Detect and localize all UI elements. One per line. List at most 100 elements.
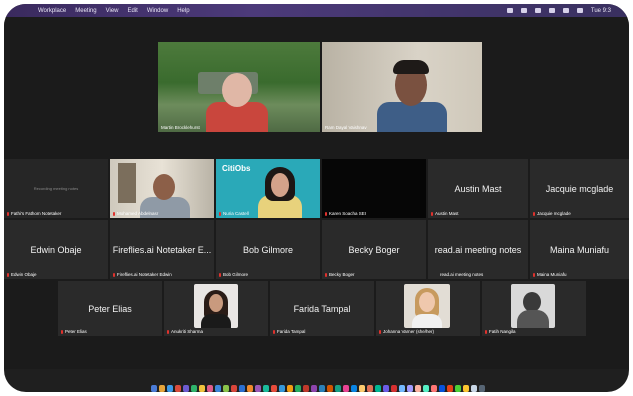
app-icon[interactable] [286, 384, 293, 392]
profile-photo [511, 284, 555, 328]
participant-name: Fatih Nangila [485, 329, 516, 334]
video-tile-peter[interactable]: Peter Elias Peter Elias [58, 281, 162, 336]
video-tile-karen[interactable]: Karen Soacha SEI [322, 159, 426, 218]
app-icon[interactable] [246, 384, 253, 392]
app-icon[interactable] [446, 384, 453, 392]
app-icon[interactable] [462, 384, 469, 392]
app-icon[interactable] [430, 384, 437, 392]
video-tile-maina[interactable]: Maina Muniafu Maina Muniafu [530, 220, 629, 279]
zoom-icon[interactable] [238, 384, 245, 392]
mail-icon[interactable] [214, 384, 221, 392]
app-icon[interactable] [366, 384, 373, 392]
macos-menubar: Workplace Meeting View Edit Window Help … [4, 4, 629, 17]
trash-icon[interactable] [478, 384, 485, 392]
downloads-icon[interactable] [470, 384, 477, 392]
finder-icon[interactable] [150, 384, 157, 392]
app-icon[interactable] [382, 384, 389, 392]
menu-help[interactable]: Help [177, 8, 189, 14]
app-icon[interactable] [310, 384, 317, 392]
app-icon[interactable] [414, 384, 421, 392]
safari-icon[interactable] [166, 384, 173, 392]
app-icon[interactable] [406, 384, 413, 392]
status-area: Tue 9:3 [506, 7, 629, 14]
video-tile-edwin[interactable]: Edwin Obaje Edwin Obaje [4, 220, 108, 279]
video-tile-martin[interactable]: Martin Brocklehurst [158, 42, 320, 132]
app-icon[interactable] [454, 384, 461, 392]
app-icon[interactable] [294, 384, 301, 392]
battery-icon[interactable] [534, 8, 541, 13]
menu-edit[interactable]: Edit [128, 8, 138, 14]
control-center-icon[interactable] [576, 8, 583, 13]
app-icon[interactable] [342, 384, 349, 392]
person-head [271, 173, 289, 197]
app-icon[interactable] [270, 384, 277, 392]
app-icon[interactable] [334, 384, 341, 392]
menu-workplace[interactable]: Workplace [38, 8, 66, 14]
participant-name: Bob Gilmore [219, 272, 248, 277]
participant-display-name: Edwin Obaje [30, 244, 82, 255]
participant-name: Martin Brocklehurst [161, 125, 200, 130]
video-tile-nuria[interactable]: CitiObs Nuria Castell [216, 159, 320, 218]
wifi-icon[interactable] [548, 8, 555, 13]
macos-dock [26, 383, 609, 392]
app-icon[interactable] [302, 384, 309, 392]
app-icon[interactable] [222, 384, 229, 392]
app-status-icon[interactable] [520, 8, 527, 13]
notes-icon[interactable] [198, 384, 205, 392]
app-icon[interactable] [438, 384, 445, 392]
music-icon[interactable] [206, 384, 213, 392]
launchpad-icon[interactable] [158, 384, 165, 392]
video-tile-fatih[interactable]: Fatih Nangila [482, 281, 586, 336]
app-icon[interactable] [230, 384, 237, 392]
app-icon[interactable] [318, 384, 325, 392]
mic-muted-icon [325, 211, 327, 216]
video-tile-fireflies[interactable]: Fireflies.ai Notetaker E... Fireflies.ai… [110, 220, 214, 279]
menu-view[interactable]: View [106, 8, 119, 14]
app-icon[interactable] [254, 384, 261, 392]
video-tile-becky[interactable]: Becky Boger Becky Boger [322, 220, 426, 279]
video-tile-bob[interactable]: Bob Gilmore Bob Gilmore [216, 220, 320, 279]
video-tile-austin[interactable]: Austin Mast Austin Mast [428, 159, 528, 218]
app-icon[interactable] [350, 384, 357, 392]
app-icon[interactable] [182, 384, 189, 392]
search-icon[interactable] [562, 8, 569, 13]
menubar-clock: Tue 9:3 [590, 7, 611, 14]
video-tile-jacquie[interactable]: Jacquie mcglade Jacquie mcglade [530, 159, 629, 218]
mic-muted-icon [219, 272, 221, 277]
app-icon[interactable] [422, 384, 429, 392]
video-tile-farida[interactable]: Farida Tampal Farida Tampal [270, 281, 374, 336]
app-icon[interactable] [262, 384, 269, 392]
profile-photo [404, 284, 450, 328]
chrome-icon[interactable] [174, 384, 181, 392]
participant-name: Edwin Obaje [7, 272, 37, 277]
video-tile-johanna[interactable]: Johanna Varner (she/her) [376, 281, 480, 336]
app-icon[interactable] [390, 384, 397, 392]
app-icon[interactable] [374, 384, 381, 392]
participant-name: Ram Dayal Vaishnav [325, 125, 367, 130]
mic-muted-icon [61, 329, 63, 334]
app-icon[interactable] [326, 384, 333, 392]
person-head [222, 73, 252, 107]
menu-items: Workplace Meeting View Edit Window Help [4, 8, 190, 14]
participant-name: Becky Boger [325, 272, 355, 277]
background-door [118, 163, 136, 203]
messages-icon[interactable] [190, 384, 197, 392]
mic-muted-icon [219, 211, 221, 216]
menu-window[interactable]: Window [147, 8, 168, 14]
participant-name: Nuria Castell [219, 211, 249, 216]
participant-display-name: Peter Elias [88, 303, 132, 314]
video-tile-mohamed[interactable]: Mohamed Abdelnasr [110, 159, 214, 218]
video-tile-readai[interactable]: read.ai meeting notes read.ai meeting no… [428, 220, 528, 279]
zoom-status-icon[interactable] [506, 8, 513, 13]
video-gallery: Martin Brocklehurst Ram Dayal Vaishnav R… [4, 17, 629, 369]
video-tile-ram[interactable]: Ram Dayal Vaishnav [322, 42, 482, 132]
app-icon[interactable] [278, 384, 285, 392]
app-icon[interactable] [358, 384, 365, 392]
video-tile-fathom[interactable]: Recording meeting notes Fathi's Fathom N… [4, 159, 108, 218]
video-tile-anukriti[interactable]: Anukriti Sharma [164, 281, 268, 336]
participant-name: Peter Elias [61, 329, 87, 334]
participant-name: Jacquie mcglade [533, 211, 571, 216]
participant-display-name: read.ai meeting notes [434, 244, 522, 255]
app-icon[interactable] [398, 384, 405, 392]
menu-meeting[interactable]: Meeting [75, 8, 96, 14]
